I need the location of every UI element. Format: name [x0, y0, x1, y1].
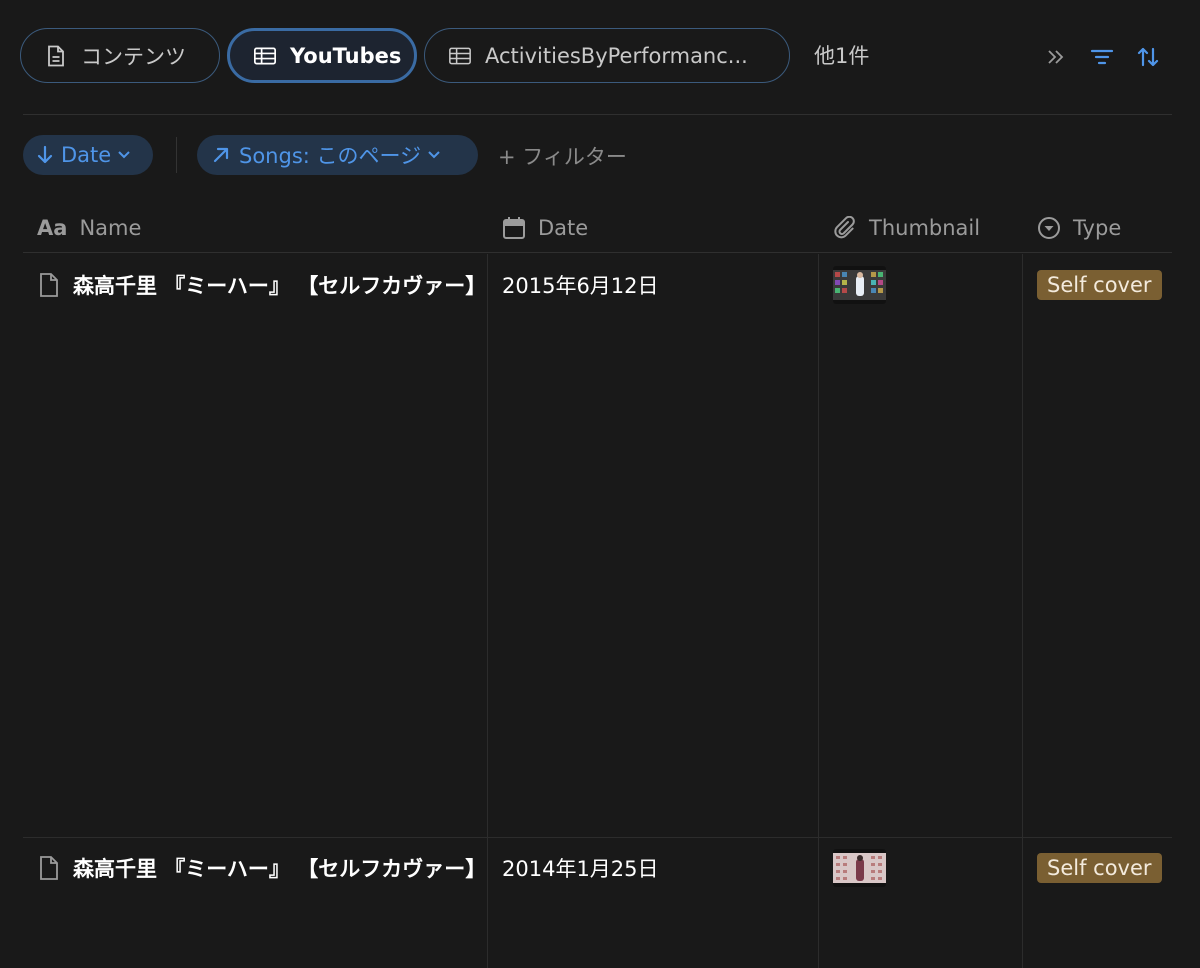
double-chevron-right-icon[interactable]	[1043, 44, 1069, 70]
column-header-thumbnail[interactable]: Thumbnail	[833, 203, 980, 253]
tab-label: ActivitiesByPerformanc...	[485, 43, 748, 68]
sort-chip-date[interactable]: Date	[23, 135, 153, 175]
sort-chip-label: Date	[61, 143, 112, 167]
page-icon	[37, 855, 61, 881]
arrow-up-right-icon	[211, 145, 231, 165]
tab-activities[interactable]: ActivitiesByPerformanc...	[424, 28, 790, 83]
chevron-down-icon	[117, 150, 131, 160]
cell-thumbnail[interactable]	[833, 838, 886, 898]
tab-label: コンテンツ	[81, 44, 186, 69]
column-header-type[interactable]: Type	[1037, 203, 1121, 253]
relation-filter-chip[interactable]: Songs: このページ	[197, 135, 478, 175]
cell-name[interactable]: 森高千里 『ミーハー』 【セルフカヴァー】	[37, 838, 487, 898]
cell-name[interactable]: 森高千里 『ミーハー』 【セルフカヴァー】	[37, 255, 487, 315]
type-badge: Self cover	[1037, 853, 1162, 883]
arrow-down-icon	[37, 145, 53, 165]
column-label: Date	[538, 216, 589, 240]
text-property-icon: Aa	[37, 216, 68, 240]
document-icon	[45, 45, 67, 67]
filter-lines-icon[interactable]	[1089, 44, 1115, 70]
page-icon	[37, 272, 61, 298]
thumbnail-image[interactable]	[833, 266, 886, 304]
column-header-date[interactable]: Date	[502, 203, 588, 253]
table-row[interactable]: 森高千里 『ミーハー』 【セルフカヴァー】 2014年1月25日 Self co…	[23, 838, 1172, 968]
type-badge: Self cover	[1037, 270, 1162, 300]
select-property-icon	[1037, 216, 1061, 240]
paperclip-icon	[833, 216, 857, 240]
table-header: Aa Name Date Thumbnail Type	[23, 203, 1172, 253]
table-row[interactable]: 森高千里 『ミーハー』 【セルフカヴァー】 2015年6月12日 Self co…	[23, 255, 1172, 837]
tab-youtubes[interactable]: YouTubes	[227, 28, 417, 83]
sort-arrows-icon[interactable]	[1135, 44, 1161, 70]
row-title: 森高千里 『ミーハー』 【セルフカヴァー】	[73, 857, 487, 881]
view-tab-bar: コンテンツ YouTubes ActivitiesByPerformanc...…	[0, 0, 1200, 114]
cell-type[interactable]: Self cover	[1037, 255, 1162, 315]
relation-chip-label: Songs: このページ	[239, 144, 422, 168]
cell-date[interactable]: 2015年6月12日	[502, 255, 659, 315]
more-views-button[interactable]: 他1件	[814, 40, 869, 70]
tab-label: YouTubes	[290, 43, 402, 68]
tab-contents[interactable]: コンテンツ	[20, 28, 220, 83]
add-filter-button[interactable]: + フィルター	[498, 141, 627, 171]
cell-type[interactable]: Self cover	[1037, 838, 1162, 898]
divider	[176, 137, 177, 173]
filter-bar: Date Songs: このページ + フィルター	[0, 135, 1200, 175]
cell-thumbnail[interactable]	[833, 255, 886, 315]
table-icon	[449, 45, 471, 67]
column-label: Type	[1073, 216, 1122, 240]
table-icon	[254, 45, 276, 67]
column-label: Thumbnail	[869, 216, 981, 240]
chevron-down-icon	[427, 150, 441, 160]
calendar-icon	[502, 216, 526, 240]
column-header-name[interactable]: Aa Name	[37, 203, 141, 253]
thumbnail-image[interactable]	[833, 849, 886, 887]
cell-date[interactable]: 2014年1月25日	[502, 838, 659, 898]
column-label: Name	[79, 216, 142, 240]
row-title: 森高千里 『ミーハー』 【セルフカヴァー】	[73, 274, 487, 298]
divider	[23, 114, 1172, 115]
